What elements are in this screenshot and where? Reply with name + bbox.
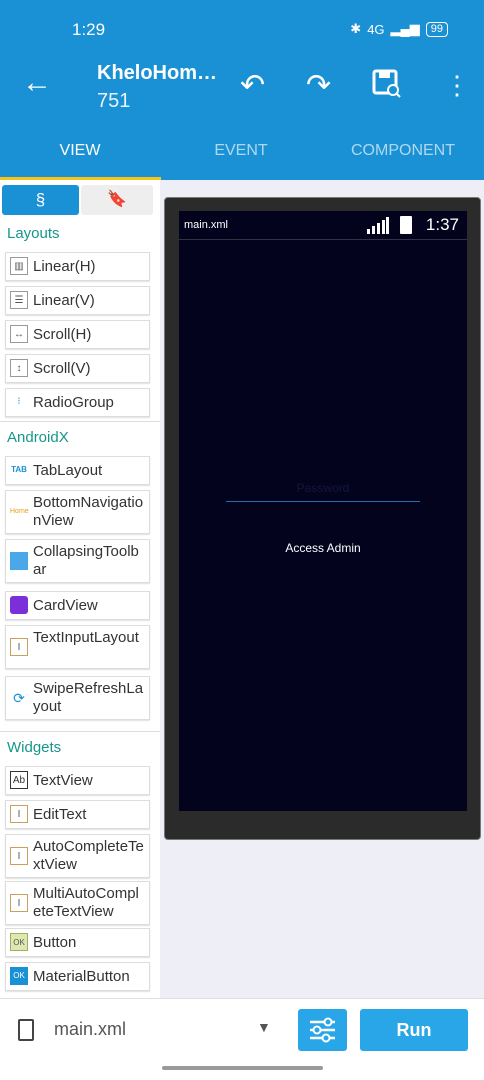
palette-tab-widgets[interactable]: §: [2, 185, 79, 215]
divider: [0, 421, 160, 422]
file-icon: [18, 1019, 34, 1041]
home-gesture-bar[interactable]: [162, 1066, 323, 1070]
divider: [0, 731, 160, 732]
multiautocomplete-icon: I: [10, 894, 28, 912]
linear-v-icon: ☰: [10, 291, 28, 309]
linear-h-icon: ▥: [10, 257, 28, 275]
status-time: 1:29: [72, 20, 106, 39]
signal-icon: [367, 217, 389, 234]
scroll-v-icon: ↕: [10, 359, 28, 377]
palette-item-scroll-v[interactable]: ↕ Scroll(V): [5, 354, 150, 383]
palette-item-textview[interactable]: Ab TextView: [5, 766, 150, 795]
app-bar: ← KheloHom… 751 ↶ ↷ ⋮: [0, 56, 484, 120]
radiogroup-icon: ⁝: [17, 396, 21, 407]
phone-frame: main.xml 1:37 Password Access Admin: [164, 197, 481, 840]
battery-indicator: 99: [425, 21, 448, 37]
file-selector[interactable]: main.xml: [54, 1019, 126, 1040]
tablayout-icon: TAB: [11, 465, 27, 474]
network-label: 4G: [367, 21, 385, 37]
textinputlayout-icon: I: [10, 638, 28, 656]
palette-item-scroll-h[interactable]: ↔ Scroll(H): [5, 320, 150, 349]
palette-item-tablayout[interactable]: TAB TabLayout: [5, 456, 150, 485]
palette-item-autocompletetextview[interactable]: I AutoCompleteTextView: [5, 834, 150, 878]
bluetooth-icon: ✱: [350, 21, 362, 36]
back-arrow-icon[interactable]: ←: [22, 66, 52, 100]
palette-tab-bookmarks[interactable]: 🔖: [81, 185, 153, 215]
palette-item-button[interactable]: OK Button: [5, 928, 150, 957]
palette-item-linear-v[interactable]: ☰ Linear(V): [5, 286, 150, 315]
tab-view[interactable]: VIEW: [0, 142, 160, 160]
section-layouts: Layouts: [7, 225, 60, 242]
more-options-icon[interactable]: ⋮: [444, 70, 470, 101]
project-subtitle: 751: [97, 90, 131, 112]
bookmark-icon: 🔖: [107, 191, 127, 208]
access-admin-text[interactable]: Access Admin: [179, 541, 467, 555]
section-widgets: Widgets: [7, 739, 62, 756]
undo-icon[interactable]: ↶: [240, 68, 265, 103]
sliders-icon: [310, 1017, 335, 1043]
edittext-icon: I: [10, 805, 28, 823]
refresh-icon: ⟳: [13, 690, 25, 706]
section-androidx: AndroidX: [7, 429, 69, 446]
status-icons: ✱ 4G ▂▄▆ 99: [350, 21, 448, 37]
project-title: KheloHom…: [97, 62, 217, 84]
password-field[interactable]: Password: [226, 481, 420, 502]
save-icon[interactable]: [371, 68, 401, 106]
palette-item-radiogroup[interactable]: ⁝ RadioGroup: [5, 388, 150, 417]
redo-icon[interactable]: ↷: [306, 68, 331, 103]
preview-filename: main.xml: [184, 219, 229, 231]
run-button[interactable]: Run: [360, 1009, 468, 1051]
bottomnavigation-icon: Home: [10, 508, 29, 515]
tab-event[interactable]: EVENT: [161, 142, 321, 160]
tab-component[interactable]: COMPONENT: [323, 142, 483, 160]
chevron-down-icon[interactable]: ▼: [257, 1019, 271, 1035]
widgets-icon: §: [35, 190, 46, 209]
battery-icon: [400, 216, 412, 234]
bottom-bar: main.xml ▼ Run: [0, 998, 484, 1060]
widget-palette: § 🔖 Layouts ▥ Linear(H) ☰ Linear(V) ↔ Scrol…: [0, 180, 160, 998]
palette-item-textinputlayout[interactable]: I TextInputLayout: [5, 625, 150, 669]
palette-item-multiautocompletetextview[interactable]: I MultiAutoCompleteTextView: [5, 881, 150, 925]
cardview-icon: [10, 596, 28, 614]
palette-item-materialbutton[interactable]: OK MaterialButton: [5, 962, 150, 991]
autocomplete-icon: I: [10, 847, 28, 865]
palette-item-linear-h[interactable]: ▥ Linear(H): [5, 252, 150, 281]
system-nav-bar: [0, 1060, 484, 1080]
preview-screen[interactable]: main.xml 1:37 Password Access Admin: [179, 211, 467, 811]
palette-item-collapsingtoolbar[interactable]: CollapsingToolbar: [5, 539, 150, 583]
editor-tabs: VIEW EVENT COMPONENT: [0, 120, 484, 181]
preview-time: 1:37: [425, 215, 459, 234]
design-canvas[interactable]: main.xml 1:37 Password Access Admin: [160, 180, 484, 998]
button-icon: OK: [10, 933, 28, 951]
status-bar: 1:29 ✱ 4G ▂▄▆ 99: [0, 0, 484, 56]
palette-item-swiperefreshlayout[interactable]: ⟳ SwipeRefreshLayout: [5, 676, 150, 720]
palette-item-edittext[interactable]: I EditText: [5, 800, 150, 829]
collapsingtoolbar-icon: [10, 552, 28, 570]
properties-button[interactable]: [298, 1009, 347, 1051]
palette-item-bottomnavigationview[interactable]: Home BottomNavigationView: [5, 490, 150, 534]
preview-status-bar: main.xml 1:37: [179, 211, 467, 240]
materialbutton-icon: OK: [10, 967, 28, 985]
scroll-h-icon: ↔: [10, 325, 28, 343]
signal-icon: ▂▄▆: [390, 21, 420, 36]
palette-item-cardview[interactable]: CardView: [5, 591, 150, 620]
textview-icon: Ab: [10, 771, 28, 789]
